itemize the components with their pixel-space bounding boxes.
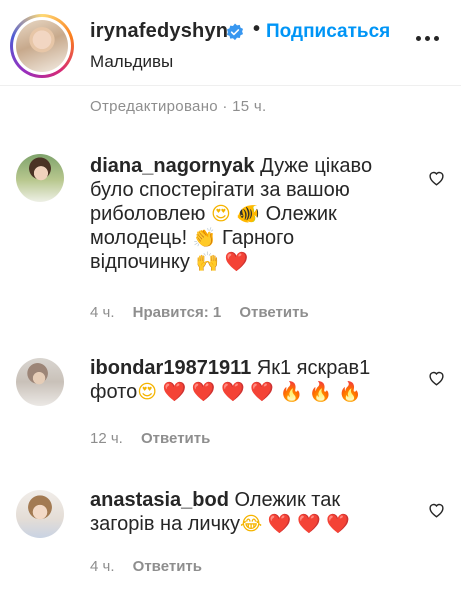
comment-meta: 4 ч. Ответить <box>90 558 216 575</box>
like-heart-icon[interactable] <box>428 170 445 186</box>
clapping-hands-emoji-icon: 👏 <box>192 227 217 249</box>
red-heart-emoji-icon: ❤️ <box>267 513 292 535</box>
comment-time: 4 ч. <box>90 304 115 321</box>
red-heart-emoji-icon: ❤️ <box>326 513 350 535</box>
comment-text: ibondar19871911 Як1 яскрав1 фото😍 ❤️ ❤️ … <box>90 357 371 403</box>
commenter-avatar[interactable] <box>16 490 64 538</box>
author-avatar[interactable] <box>10 14 74 78</box>
verified-badge-icon <box>226 23 244 41</box>
reply-button[interactable]: Ответить <box>141 430 210 447</box>
red-heart-emoji-icon: ❤️ <box>250 381 274 403</box>
like-heart-icon[interactable] <box>428 502 445 518</box>
likes-count[interactable]: Нравится: 1 <box>133 304 222 321</box>
commenter-username[interactable]: ibondar19871911 <box>90 357 251 379</box>
comment-text: diana_nagornyak Дуже цікаво було спостер… <box>90 155 373 273</box>
reply-button[interactable]: Ответить <box>133 558 202 575</box>
follow-button[interactable]: Подписаться <box>266 21 390 43</box>
red-heart-emoji-icon: ❤️ <box>162 381 187 403</box>
separator-dot: • <box>253 18 261 40</box>
comment-item: diana_nagornyak Дуже цікаво було спостер… <box>0 150 461 330</box>
red-heart-emoji-icon: ❤️ <box>221 381 245 403</box>
reply-button[interactable]: Ответить <box>239 304 308 321</box>
comment-meta: 4 ч. Нравится: 1 Ответить <box>90 304 323 321</box>
heart-eyes-emoji-icon: 😍 <box>137 381 158 403</box>
post-location[interactable]: Мальдивы <box>90 52 173 72</box>
red-heart-emoji-icon: ❤️ <box>191 381 216 403</box>
commenter-username[interactable]: diana_nagornyak <box>90 155 255 177</box>
raised-hands-emoji-icon: 🙌 <box>195 251 220 273</box>
edited-timestamp: Отредактировано · 15 ч. <box>90 98 267 115</box>
comment-time: 12 ч. <box>90 430 123 447</box>
heart-eyes-emoji-icon: 😍 <box>210 203 231 225</box>
like-heart-icon[interactable] <box>428 370 445 386</box>
fire-emoji-icon: 🔥 <box>337 381 362 403</box>
commenter-avatar[interactable] <box>16 154 64 202</box>
commenter-avatar[interactable] <box>16 358 64 406</box>
fire-emoji-icon: 🔥 <box>279 381 304 403</box>
comment-text: anastasia_bod Олежик так загорів на личк… <box>90 489 350 535</box>
tears-of-joy-emoji-icon: 😂 <box>239 513 263 535</box>
header-divider <box>0 85 461 86</box>
comment-item: ibondar19871911 Як1 яскрав1 фото😍 ❤️ ❤️ … <box>0 352 461 452</box>
comment-item: anastasia_bod Олежик так загорів на личк… <box>0 486 461 586</box>
comment-meta: 12 ч. Ответить <box>90 430 224 447</box>
more-options-icon[interactable] <box>416 36 440 44</box>
tropical-fish-emoji-icon: 🐠 <box>236 203 261 225</box>
post-header: irynafedyshyn • Подписаться Мальдивы <box>0 0 461 86</box>
fire-emoji-icon: 🔥 <box>308 381 333 403</box>
author-username[interactable]: irynafedyshyn <box>90 20 228 43</box>
red-heart-emoji-icon: ❤️ <box>296 513 321 535</box>
comment-time: 4 ч. <box>90 558 115 575</box>
commenter-username[interactable]: anastasia_bod <box>90 489 229 511</box>
red-heart-emoji-icon: ❤️ <box>224 251 249 273</box>
